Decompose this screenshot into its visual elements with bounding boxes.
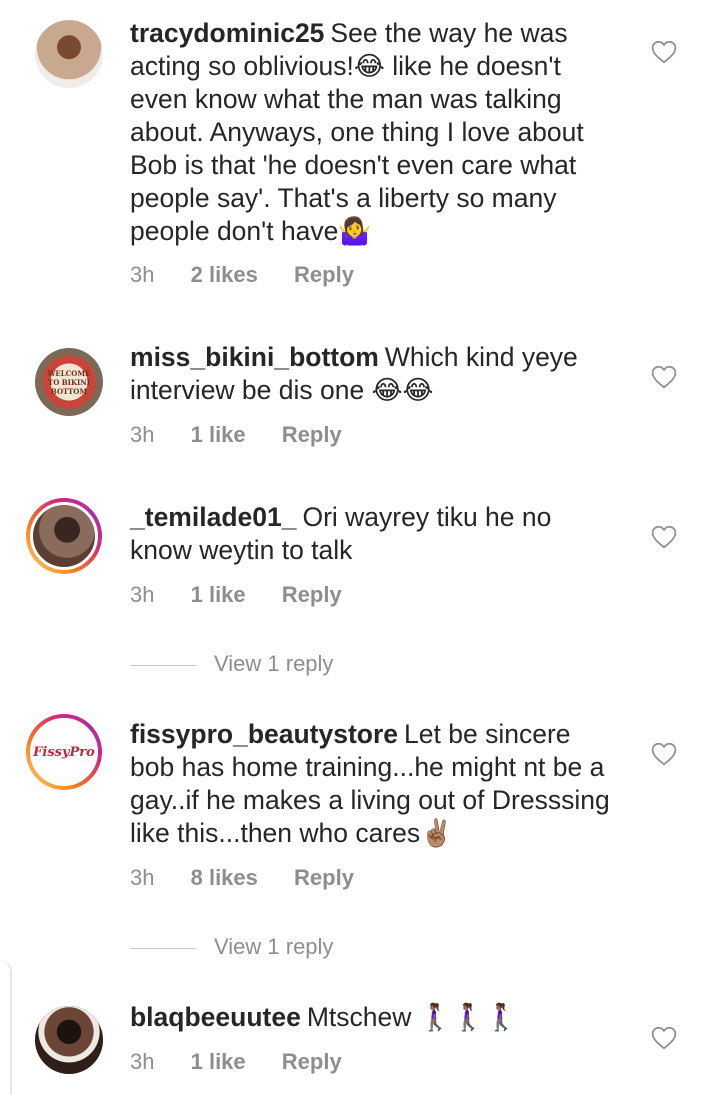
heart-icon[interactable]: [651, 1026, 677, 1050]
comment-username[interactable]: tracydominic25: [130, 18, 324, 48]
comment-time: 3h: [130, 262, 155, 287]
heart-icon[interactable]: [651, 40, 677, 64]
comment-likes[interactable]: 1 like: [191, 422, 246, 447]
comment-time: 3h: [130, 865, 155, 890]
comment-likes[interactable]: 1 like: [191, 582, 246, 607]
comment-meta: 3h 1 like Reply: [130, 1049, 372, 1075]
comment-text: Mtschew 🚶🏾‍♀️🚶🏾‍♀️🚶🏾‍♀️: [306, 1002, 518, 1032]
reply-button[interactable]: Reply: [282, 582, 342, 607]
avatar[interactable]: FissyPro: [26, 714, 102, 790]
comment-time: 3h: [130, 582, 155, 607]
view-replies-button[interactable]: View 1 reply: [130, 651, 333, 677]
comment-meta: 3h 8 likes Reply: [130, 865, 384, 891]
view-replies-button[interactable]: View 1 reply: [130, 934, 333, 960]
comment-time: 3h: [130, 422, 155, 447]
heart-icon[interactable]: [651, 742, 677, 766]
heart-icon[interactable]: [651, 365, 677, 389]
avatar-image: [30, 502, 98, 570]
comment-meta: 3h 1 like Reply: [130, 422, 372, 448]
comment-username[interactable]: _temilade01_: [130, 502, 296, 532]
comment-likes[interactable]: 2 likes: [191, 262, 258, 287]
view-replies-label: View 1 reply: [214, 651, 334, 676]
avatar[interactable]: [35, 1006, 103, 1074]
comment-text-block: miss_bikini_bottom Which kind yeye interv…: [130, 341, 620, 407]
comment-meta: 3h 2 likes Reply: [130, 262, 384, 288]
comment-text-block: blaqbeeuutee Mtschew 🚶🏾‍♀️🚶🏾‍♀️🚶🏾‍♀️: [130, 1001, 620, 1034]
avatar-image: WELCOME TO BIKINI BOTTOM: [35, 348, 103, 416]
avatar-image: FissyPro: [30, 718, 98, 786]
comment-text: See the way he was acting so oblivious!😂…: [130, 18, 584, 246]
avatar-image: [35, 20, 103, 88]
avatar-logo-text: WELCOME TO BIKINI BOTTOM: [47, 368, 91, 396]
reply-button[interactable]: Reply: [282, 1049, 342, 1074]
comment-text-block: _temilade01_ Ori wayrey tiku he no know w…: [130, 501, 620, 567]
comment-username[interactable]: miss_bikini_bottom: [130, 342, 379, 372]
avatar[interactable]: [35, 20, 103, 88]
comment-meta: 3h 1 like Reply: [130, 582, 372, 608]
reply-button[interactable]: Reply: [294, 865, 354, 890]
divider-line: [130, 947, 196, 949]
comment-username[interactable]: blaqbeeuutee: [130, 1002, 301, 1032]
comment-text-block: tracydominic25 See the way he was acting …: [130, 17, 620, 248]
comment-likes[interactable]: 1 like: [191, 1049, 246, 1074]
screen-edge: [0, 960, 12, 1095]
view-replies-label: View 1 reply: [214, 934, 334, 959]
reply-button[interactable]: Reply: [294, 262, 354, 287]
comment-likes[interactable]: 8 likes: [191, 865, 258, 890]
comment-time: 3h: [130, 1049, 155, 1074]
divider-line: [130, 664, 196, 666]
avatar[interactable]: [26, 498, 102, 574]
avatar-logo-text: FissyPro: [33, 744, 95, 760]
heart-icon[interactable]: [651, 525, 677, 549]
comment-text-block: fissypro_beautystore Let be sincere bob h…: [130, 718, 620, 850]
avatar-image: [35, 1006, 103, 1074]
avatar[interactable]: WELCOME TO BIKINI BOTTOM: [35, 348, 103, 416]
comment-username[interactable]: fissypro_beautystore: [130, 719, 398, 749]
reply-button[interactable]: Reply: [282, 422, 342, 447]
